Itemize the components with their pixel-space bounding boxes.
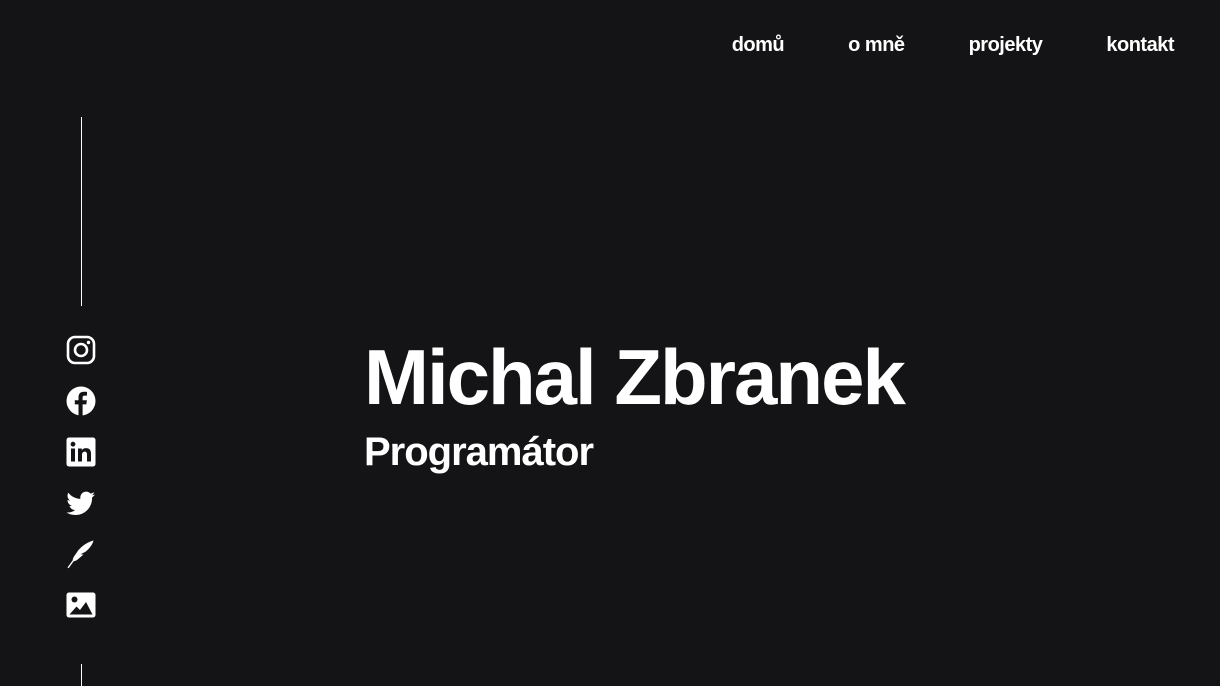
hero-role: Programátor: [364, 430, 594, 474]
social-divider-bottom: [81, 664, 82, 686]
social-divider-top: [81, 117, 82, 306]
twitter-icon: [66, 491, 95, 515]
nav-link-projects[interactable]: projekty: [969, 32, 1043, 58]
facebook-icon: [66, 386, 96, 416]
pen-icon: [67, 540, 94, 569]
linkedin-link[interactable]: [66, 437, 96, 467]
instagram-icon: [66, 335, 96, 365]
hero-section: Michal Zbranek Programátor: [364, 332, 906, 476]
facebook-link[interactable]: [66, 386, 96, 416]
linkedin-icon: [66, 437, 96, 467]
twitter-link[interactable]: [66, 488, 96, 518]
image-icon: [66, 592, 96, 618]
nav-link-home[interactable]: domů: [732, 32, 785, 58]
instagram-link[interactable]: [66, 335, 96, 365]
social-links: [66, 335, 96, 620]
nav-link-contact[interactable]: kontakt: [1106, 32, 1174, 58]
nav-link-about[interactable]: o mně: [848, 32, 905, 58]
hero-name: Michal Zbranek: [364, 333, 906, 421]
gallery-link[interactable]: [66, 590, 96, 620]
main-nav: domů o mně projekty kontakt: [668, 32, 1175, 58]
pen-link[interactable]: [66, 539, 96, 569]
page: domů o mně projekty kontakt Michal Zbran…: [0, 0, 1220, 686]
